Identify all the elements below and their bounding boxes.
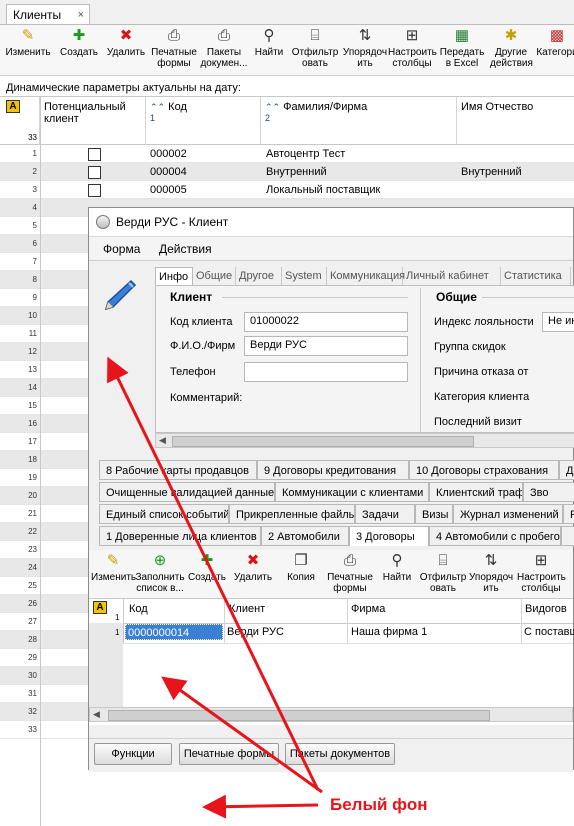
annotation-white-background: Белый фон — [330, 795, 428, 814]
arrow-to-contracts-grid — [161, 676, 323, 794]
arrow-to-background — [202, 794, 319, 819]
arrow-to-info-area — [107, 356, 320, 791]
annotation-arrows — [107, 356, 323, 819]
